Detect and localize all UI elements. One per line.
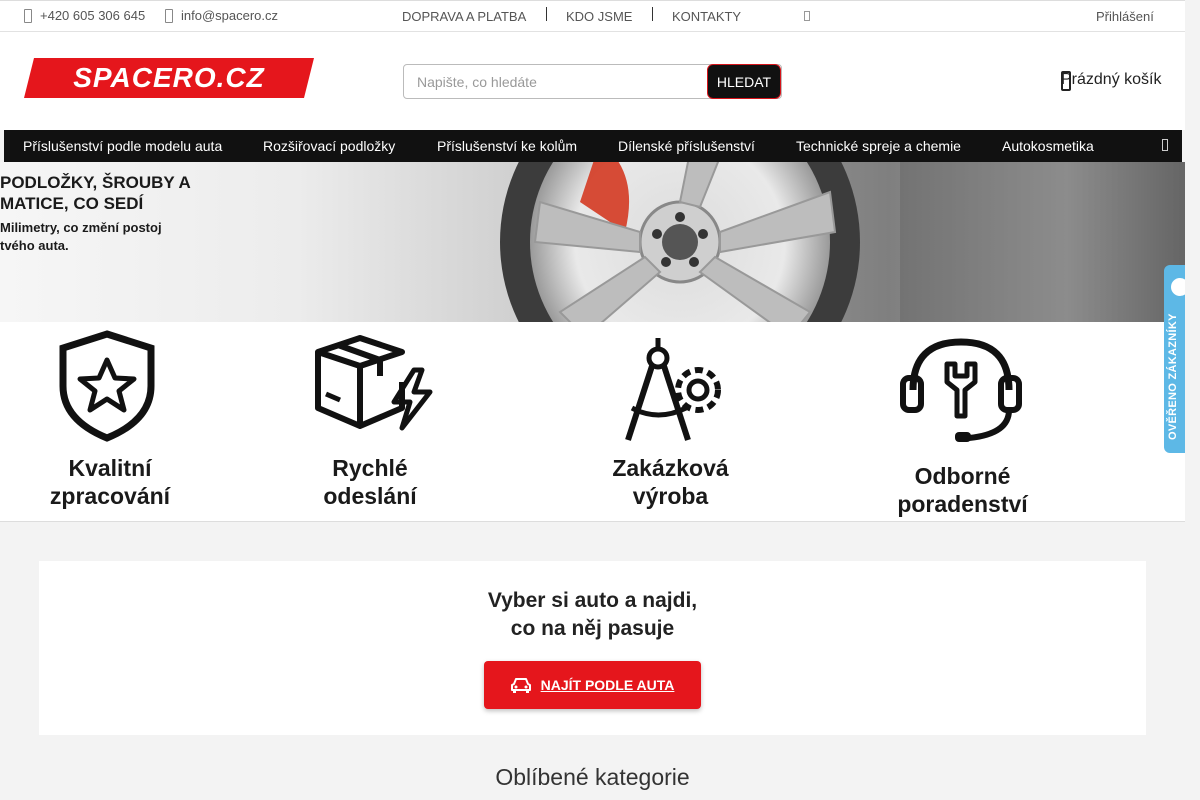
main-nav: Příslušenství podle modelu auta Rozšiřov…	[4, 130, 1182, 162]
car-finder: Vyber si auto a najdi, co na něj pasuje …	[39, 561, 1146, 735]
email-address[interactable]: info@spacero.cz	[181, 8, 278, 23]
divider	[652, 7, 653, 21]
phone-icon	[24, 8, 32, 23]
nav-item-sprays-chemicals[interactable]: Technické spreje a chemie	[796, 138, 961, 154]
box-lightning-icon	[315, 335, 433, 431]
benefit-advice: Odborné poradenství	[885, 330, 1040, 520]
popular-categories-title: Oblíbené kategorie	[495, 764, 690, 790]
email-icon	[165, 8, 173, 23]
link-shipping-payment[interactable]: DOPRAVA A PLATBA	[402, 9, 526, 24]
nav-item-car-cosmetics[interactable]: Autokosmetika	[1002, 138, 1094, 154]
hero-banner[interactable]: PODLOŽKY, ŠROUBY A MATICE, CO SEDÍ Milim…	[0, 162, 1185, 322]
hero-title-line2: MATICE, CO SEDÍ	[0, 194, 144, 213]
top-bar: +420 605 306 645 info@spacero.cz DOPRAVA…	[0, 0, 1185, 32]
nav-item-model-accessories[interactable]: Příslušenství podle modelu auta	[23, 138, 222, 154]
hero-subtitle-line1: Milimetry, co změní postoj	[0, 220, 162, 235]
benefits-strip: Kvalitní zpracování Rychlé odeslání Zaká…	[0, 322, 1185, 522]
nav-item-wheel-spacers[interactable]: Rozšiřovací podložky	[263, 138, 395, 154]
benefit-advice-label: Odborné poradenství	[885, 462, 1040, 518]
hero-title: PODLOŽKY, ŠROUBY A MATICE, CO SEDÍ	[0, 172, 240, 214]
verified-label: OVĚŘENO ZÁKAZNÍKY	[1167, 313, 1179, 440]
hero-subtitle: Milimetry, co změní postoj tvého auta.	[0, 219, 200, 255]
benefit-custom: Zakázková výroba	[598, 330, 743, 520]
benefit-quality: Kvalitní zpracování	[35, 330, 185, 520]
benefit-shipping: Rychlé odeslání	[300, 330, 440, 520]
verified-seal-icon	[1169, 276, 1185, 298]
phone-number[interactable]: +420 605 306 645	[40, 8, 145, 23]
headset-wrench-icon	[900, 338, 1022, 442]
hero-title-line1: PODLOŽKY, ŠROUBY A	[0, 173, 191, 192]
verified-badge[interactable]: OVĚŘENO ZÁKAZNÍKY	[1164, 265, 1185, 453]
phone-contact[interactable]: +420 605 306 645	[24, 8, 145, 23]
shield-star-icon	[59, 330, 155, 442]
benefit-shipping-label: Rychlé odeslání	[300, 454, 440, 510]
car-finder-title-line2: co na něj pasuje	[510, 617, 675, 640]
compass-gear-icon	[625, 338, 721, 441]
divider	[546, 7, 547, 21]
benefit-quality-label: Kvalitní zpracování	[35, 454, 185, 510]
search-form: HLEDAT	[403, 64, 782, 99]
benefit-shipping-line2: odeslání	[323, 483, 417, 509]
nav-item-workshop[interactable]: Dílenské příslušenství	[618, 138, 755, 154]
nav-item-wheel-accessories[interactable]: Příslušenství ke kolům	[437, 138, 577, 154]
find-by-car-label[interactable]: NAJÍT PODLE AUTA	[541, 677, 675, 693]
search-button[interactable]: HLEDAT	[707, 64, 781, 99]
find-by-car-button[interactable]: NAJÍT PODLE AUTA	[484, 661, 701, 709]
email-contact[interactable]: info@spacero.cz	[165, 8, 278, 23]
car-icon	[510, 678, 531, 693]
benefit-shipping-line1: Rychlé	[332, 455, 408, 481]
benefit-quality-line1: Kvalitní	[68, 455, 152, 481]
header: SPACERO.CZ HLEDAT Prázdný košík	[0, 32, 1185, 130]
logo-text: SPACERO.CZ	[73, 62, 265, 93]
hero-subtitle-line2: tvého auta.	[0, 238, 69, 253]
benefit-quality-line2: zpracování	[49, 483, 171, 509]
language-icon[interactable]	[804, 11, 810, 21]
spacero-logo[interactable]: SPACERO.CZ	[24, 58, 314, 98]
nav-more-icon[interactable]	[1162, 139, 1168, 151]
cart-label[interactable]: Prázdný košík	[1061, 71, 1161, 89]
car-finder-title-line1: Vyber si auto a najdi,	[487, 589, 698, 612]
link-contacts[interactable]: KONTAKTY	[672, 9, 741, 24]
search-input[interactable]	[405, 66, 705, 97]
car-finder-title: Vyber si auto a najdi, co na něj pasuje	[39, 587, 1146, 643]
link-about[interactable]: KDO JSME	[566, 9, 632, 24]
benefit-advice-line2: poradenství	[897, 491, 1028, 517]
benefit-custom-label: Zakázková výroba	[598, 454, 743, 510]
benefit-custom-line2: výroba	[632, 483, 709, 509]
benefit-custom-line1: Zakázková	[612, 455, 729, 481]
benefit-advice-line1: Odborné	[914, 463, 1011, 489]
login-link[interactable]: Přihlášení	[1096, 9, 1154, 24]
